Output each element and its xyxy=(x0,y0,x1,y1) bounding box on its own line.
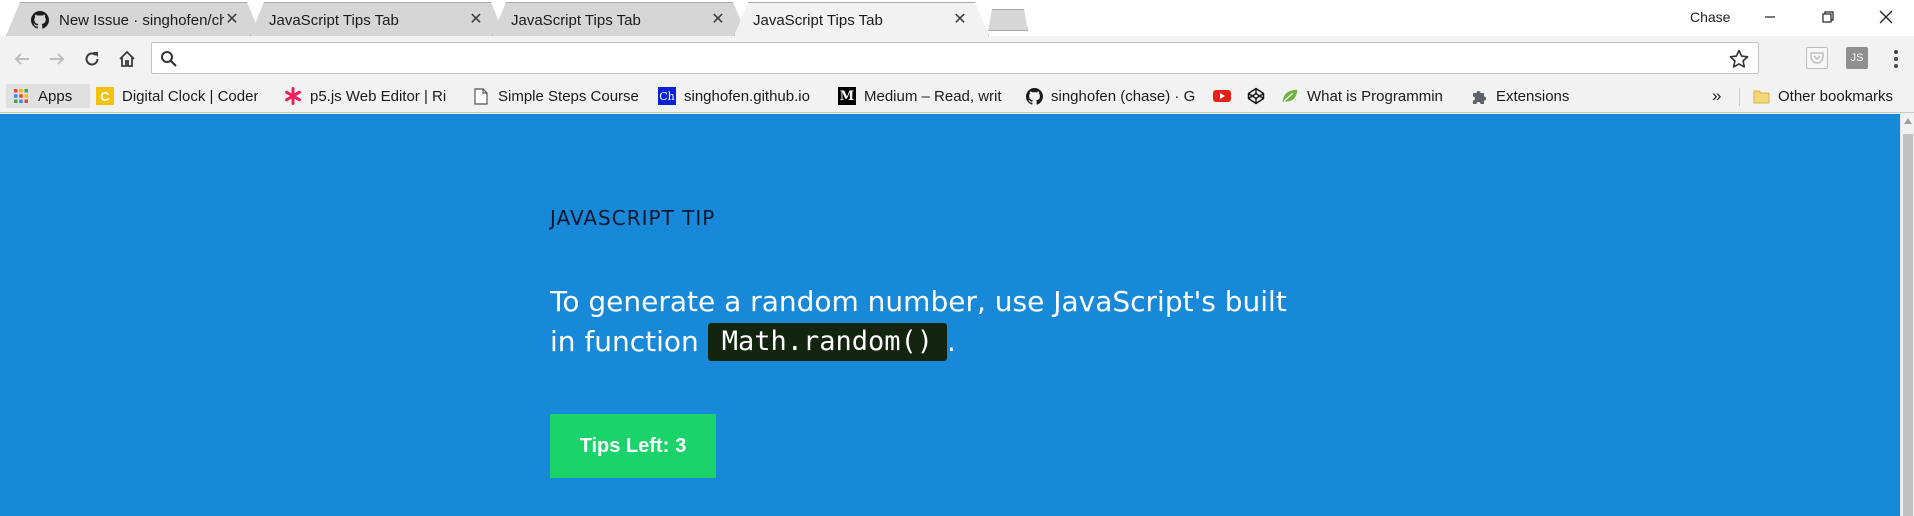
tips-left-button[interactable]: Tips Left: 3 xyxy=(550,414,716,478)
bookmark-label: p5.js Web Editor | Ri xyxy=(310,87,447,105)
ch-icon-text: Ch xyxy=(659,89,675,103)
apps-grid-icon xyxy=(12,87,30,105)
bookmark-label: Simple Steps Course xyxy=(498,87,639,105)
bookmarks-divider xyxy=(1739,88,1740,106)
profile-name[interactable]: Chase xyxy=(1690,9,1730,25)
tab-javascript-tips-1[interactable]: JavaScript Tips Tab ✕ xyxy=(250,2,505,36)
tab-close-icon[interactable]: ✕ xyxy=(224,12,240,28)
forward-arrow-icon[interactable] xyxy=(45,47,69,71)
bookmark-github-profile[interactable]: singhofen (chase) · G xyxy=(1025,84,1195,108)
bookmark-label: singhofen (chase) · G xyxy=(1051,87,1195,105)
address-input[interactable] xyxy=(186,45,1718,71)
medium-icon: M xyxy=(838,87,856,105)
tab-strip: New Issue · singhofen/chase ✕ JavaScript… xyxy=(0,0,1914,36)
pocket-extension-icon[interactable] xyxy=(1806,47,1828,69)
bookmark-codepen[interactable] xyxy=(1247,84,1269,108)
window-close-icon[interactable] xyxy=(1858,0,1914,34)
tab-title: JavaScript Tips Tab xyxy=(753,11,883,29)
tab-title: JavaScript Tips Tab xyxy=(269,11,399,29)
back-arrow-icon[interactable] xyxy=(10,47,34,71)
bookmark-star-icon[interactable] xyxy=(1728,48,1750,70)
js-extension-icon[interactable]: JS xyxy=(1846,47,1868,69)
tab-javascript-tips-2[interactable]: JavaScript Tips Tab ✕ xyxy=(492,2,747,36)
ch-icon: Ch xyxy=(658,87,676,105)
bookmark-digital-clock[interactable]: C Digital Clock | Coder xyxy=(96,84,266,108)
overflow-label: » xyxy=(1712,86,1722,105)
bookmark-simple-steps[interactable]: Simple Steps Course xyxy=(472,84,642,108)
bookmark-youtube[interactable] xyxy=(1213,84,1235,108)
js-extension-label: JS xyxy=(1850,52,1864,64)
bookmark-apps[interactable]: Apps xyxy=(6,84,90,108)
bookmark-label: Other bookmarks xyxy=(1778,87,1894,105)
bookmark-label: Digital Clock | Coder xyxy=(122,87,259,105)
bookmark-singhofen-github-io[interactable]: Ch singhofen.github.io xyxy=(658,84,828,108)
address-bar[interactable] xyxy=(151,42,1759,74)
bookmark-medium[interactable]: M Medium – Read, writ xyxy=(838,84,1008,108)
github-icon xyxy=(29,9,51,31)
bookmark-what-is-programming[interactable]: What is Programmin xyxy=(1281,84,1453,108)
minimize-icon[interactable] xyxy=(1742,0,1798,34)
tab-close-icon[interactable]: ✕ xyxy=(468,12,484,28)
restore-icon[interactable] xyxy=(1800,0,1856,34)
tab-title: New Issue · singhofen/chase xyxy=(59,11,224,29)
folder-icon xyxy=(1752,87,1770,105)
tab-javascript-tips-active[interactable]: JavaScript Tips Tab ✕ xyxy=(734,2,989,36)
bookmark-label: What is Programmin xyxy=(1307,87,1443,105)
bookmark-other-bookmarks[interactable]: Other bookmarks xyxy=(1752,84,1912,108)
tab-title: JavaScript Tips Tab xyxy=(511,11,641,29)
search-icon xyxy=(160,50,178,68)
leaf-icon xyxy=(1281,87,1299,105)
youtube-icon xyxy=(1213,87,1231,105)
bookmark-label: Extensions xyxy=(1496,87,1570,105)
bookmarks-overflow-chevron[interactable]: » xyxy=(1712,84,1726,108)
page-scrollbar[interactable] xyxy=(1900,114,1914,516)
bookmark-label: Medium – Read, writ xyxy=(864,87,1002,105)
tab-close-icon[interactable]: ✕ xyxy=(952,12,968,28)
tab-close-icon[interactable]: ✕ xyxy=(710,12,726,28)
bookmarks-bar: Apps C Digital Clock | Coder p5.js Web E… xyxy=(0,80,1914,113)
bookmark-p5js-editor[interactable]: p5.js Web Editor | Ri xyxy=(284,84,454,108)
asterisk-icon xyxy=(284,87,302,105)
tip-text: To generate a random number, use JavaScr… xyxy=(550,282,1310,362)
tab-new-issue[interactable]: New Issue · singhofen/chase ✕ xyxy=(6,2,261,36)
new-tab-button[interactable] xyxy=(984,9,1028,31)
tips-left-label: Tips Left: xyxy=(579,434,670,457)
github-icon xyxy=(1025,87,1043,105)
puzzle-icon xyxy=(1470,87,1488,105)
c-letter-icon: C xyxy=(96,87,114,105)
browser-menu-icon[interactable] xyxy=(1888,48,1904,70)
tip-code-snippet: Math.random() xyxy=(707,323,948,361)
page-icon xyxy=(472,87,490,105)
tip-text-end: . xyxy=(947,325,956,358)
bookmark-extensions[interactable]: Extensions xyxy=(1470,84,1590,108)
tip-heading: JAVASCRIPT TIP xyxy=(550,206,716,230)
page-content: JAVASCRIPT TIP To generate a random numb… xyxy=(0,114,1900,516)
tips-left-count: 3 xyxy=(675,434,687,457)
c-letter-text: C xyxy=(100,88,110,104)
home-icon[interactable] xyxy=(115,47,139,71)
reload-icon[interactable] xyxy=(80,47,104,71)
codepen-icon xyxy=(1247,87,1265,105)
bookmark-label: singhofen.github.io xyxy=(684,87,810,105)
scroll-up-arrow-icon[interactable] xyxy=(1904,118,1912,124)
scrollbar-thumb[interactable] xyxy=(1903,134,1913,516)
bookmark-label: Apps xyxy=(38,87,73,105)
medium-icon-text: M xyxy=(839,88,855,104)
